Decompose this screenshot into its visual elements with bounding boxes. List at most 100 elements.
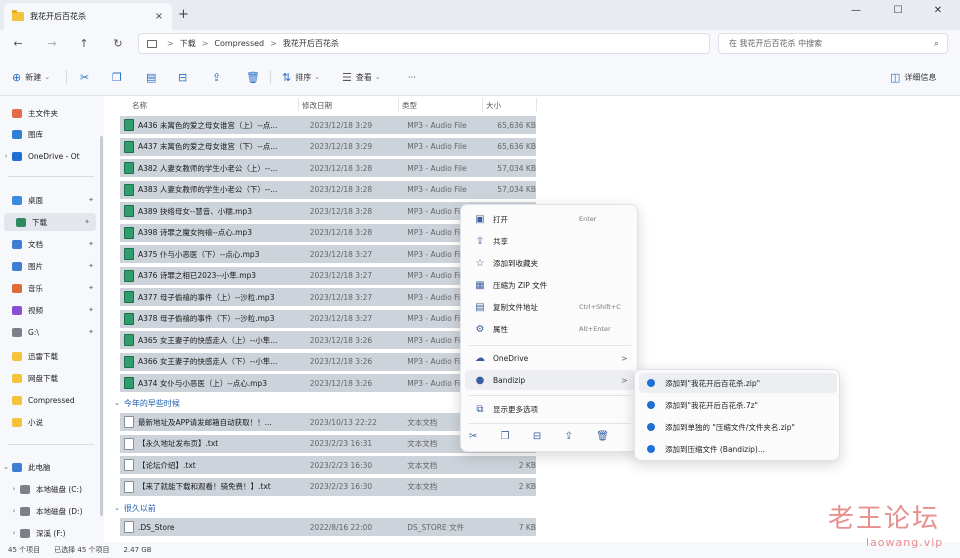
text-file-icon xyxy=(124,416,134,428)
menu-item-properties[interactable]: ⚙ 属性 Alt+Enter xyxy=(465,319,635,339)
paste-button[interactable]: ▤ xyxy=(146,70,160,84)
rename-button[interactable]: ⊟ xyxy=(178,70,191,84)
cell-name: A365 女王妻子的快感走人（上）--小隼... xyxy=(138,335,278,345)
column-divider[interactable] xyxy=(298,98,299,112)
column-header-type[interactable]: 类型 xyxy=(402,100,417,111)
menu-item-bandizip[interactable]: ● Bandizip > xyxy=(465,370,635,390)
cell-name: A382 人妻女教师的学生小老公（上）--... xyxy=(138,163,278,173)
sidebar-item-netdisk[interactable]: 网盘下载 xyxy=(0,369,100,387)
sidebar-item-onedrive[interactable]: › OneDrive - Ot xyxy=(0,147,100,165)
column-divider[interactable] xyxy=(536,98,537,112)
cut-button[interactable]: ✂ xyxy=(80,70,93,84)
sidebar-item-drive-c[interactable]: › 本地磁盘 (C:) xyxy=(8,480,108,498)
sidebar-item-downloads[interactable]: 下载 ✦ xyxy=(4,213,96,231)
chevron-right-icon[interactable]: › xyxy=(8,485,20,493)
chevron-right-icon[interactable]: › xyxy=(8,507,20,515)
sidebar-item-music[interactable]: 音乐 ✦ xyxy=(0,279,100,297)
menu-item-share[interactable]: ⇪ 共享 xyxy=(465,231,635,251)
minimize-button[interactable]: — xyxy=(836,0,876,20)
table-row[interactable]: 【来了就能下载和观看！骑免费！】.txt 2023/2/23 16:30 文本文档 2… xyxy=(120,477,536,496)
search-input[interactable]: 在 我花开后百花杀 中搜索 ⌕ xyxy=(718,33,948,54)
sidebar-item-gallery[interactable]: 图库 xyxy=(0,125,100,143)
table-row[interactable]: A382 人妻女教师的学生小老公（上）--... 2023/12/18 3:28 M… xyxy=(120,159,536,177)
sort-button[interactable]: ⇅ 排序 ⌄ xyxy=(282,70,320,84)
sidebar-item-label: 此电脑 xyxy=(28,462,51,472)
forward-arrow-icon[interactable]: → xyxy=(44,35,60,51)
wrench-icon: ⚙ xyxy=(475,323,485,335)
sidebar-item-desktop[interactable]: 桌面 ✦ xyxy=(0,191,100,209)
column-divider[interactable] xyxy=(398,98,399,112)
submenu-item-add-archive-dialog[interactable]: 添加到压缩文件 (Bandizip)... xyxy=(639,439,837,459)
view-button[interactable]: ☰ 查看 ⌄ xyxy=(342,70,381,84)
submenu-item-add-7z[interactable]: 添加到"我花开后百花杀.7z" xyxy=(639,395,837,415)
new-tab-button[interactable]: + xyxy=(178,7,189,22)
table-row[interactable]: .DS_Store 2022/8/16 22:00 DS_STORE 文件 7 KB xyxy=(120,518,536,536)
more-options-button[interactable]: ··· xyxy=(408,70,416,84)
copy-button[interactable]: ❐ xyxy=(112,70,126,84)
column-header-name[interactable]: 名称 xyxy=(132,100,147,111)
menu-item-more-options[interactable]: ⧉ 显示更多选项 xyxy=(465,399,635,419)
refresh-icon[interactable]: ↻ xyxy=(110,35,126,51)
sidebar-item-pictures[interactable]: 图片 ✦ xyxy=(0,257,100,275)
sidebar-item-novels[interactable]: 小说 xyxy=(0,413,100,431)
rename-icon: ⊟ xyxy=(178,70,188,84)
scissors-icon[interactable]: ✂ xyxy=(469,431,477,445)
menu-item-open[interactable]: ▣ 打开 Enter xyxy=(465,209,635,229)
share-icon[interactable]: ⇪ xyxy=(565,431,573,445)
breadcrumb-compressed[interactable]: Compressed xyxy=(214,39,264,48)
delete-button[interactable]: 🗑 xyxy=(246,70,264,84)
chevron-down-icon[interactable]: ⌄ xyxy=(0,463,12,471)
maximize-button[interactable]: ☐ xyxy=(878,0,918,20)
sidebar-item-documents[interactable]: 文档 ✦ xyxy=(0,235,100,253)
table-row[interactable]: 【论坛介绍】.txt 2023/2/23 16:30 文本文档 2 KB xyxy=(120,456,536,474)
sidebar-item-compressed[interactable]: Compressed xyxy=(0,391,100,409)
submenu-item-add-separate-zip[interactable]: 添加到单独的 "压缩文件/文件夹名.zip" xyxy=(639,417,837,437)
sidebar-scrollbar[interactable] xyxy=(100,136,103,516)
sidebar-item-drive-d[interactable]: › 本地磁盘 (D:) xyxy=(8,502,108,520)
group-header-long-ago[interactable]: ⌄ 很久以前 xyxy=(114,501,156,515)
column-header-size[interactable]: 大小 xyxy=(486,100,501,111)
menu-item-add-favorites[interactable]: ☆ 添加到收藏夹 xyxy=(465,253,635,273)
watermark-title: 老王论坛 xyxy=(828,504,941,534)
back-arrow-icon[interactable]: ← xyxy=(10,35,26,51)
tab-close-icon[interactable]: × xyxy=(152,11,166,22)
chevron-right-icon[interactable]: › xyxy=(0,152,12,160)
submenu-item-label: 添加到"我花开后百花杀.zip" xyxy=(665,378,761,388)
address-bar[interactable]: > 下载 > Compressed > 我花开后百花杀 xyxy=(138,33,710,54)
cell-name: A436 未寓色的爱之母女谁宫（上）--点... xyxy=(138,120,278,130)
up-arrow-icon[interactable]: ↑ xyxy=(76,35,92,51)
drive-icon xyxy=(20,484,30,494)
sidebar-item-videos[interactable]: 视频 ✦ xyxy=(0,301,100,319)
cell-name: 【论坛介绍】.txt xyxy=(138,460,196,470)
new-button[interactable]: ⊕ 新建 ⌄ xyxy=(12,70,50,84)
breadcrumb-downloads[interactable]: 下载 xyxy=(180,38,196,49)
table-row[interactable]: A436 未寓色的爱之母女谁宫（上）--点... 2023/12/18 3:29 M… xyxy=(120,116,536,134)
sidebar-item-home[interactable]: 主文件夹 xyxy=(0,104,100,122)
sidebar-item-xunlei[interactable]: 迅雷下载 xyxy=(0,347,100,365)
column-divider[interactable] xyxy=(482,98,483,112)
menu-item-copy-path[interactable]: ▤ 复制文件地址 Ctrl+Shift+C xyxy=(465,297,635,317)
table-row[interactable]: A383 人妻女教师的学生小老公（下）--... 2023/12/18 3:28 M… xyxy=(120,180,536,199)
chevron-right-icon[interactable]: › xyxy=(8,529,20,537)
tab-title: 我花开后百花杀 xyxy=(30,12,86,21)
column-header-date[interactable]: 修改日期 xyxy=(302,100,332,111)
cell-type: MP3 - Audio File xyxy=(407,120,467,130)
search-icon[interactable]: ⌕ xyxy=(934,39,939,49)
details-pane-button[interactable]: ◫ 详细信息 xyxy=(890,70,936,84)
submenu-item-add-zip[interactable]: 添加到"我花开后百花杀.zip" xyxy=(639,373,837,393)
tab-current-folder[interactable]: 我花开后百花杀 × xyxy=(4,3,172,30)
table-row[interactable]: A437 末寓色的爱之母女谁宫（下）--点... 2023/12/18 3:29 M… xyxy=(120,137,536,156)
sidebar-item-label: 网盘下载 xyxy=(28,373,58,383)
share-button[interactable]: ⇪ xyxy=(212,70,225,84)
rename-icon[interactable]: ⊟ xyxy=(533,431,541,445)
breadcrumb-current-folder[interactable]: 我花开后百花杀 xyxy=(283,38,339,49)
group-header-earlier-this-year[interactable]: ⌄ 今年的早些时候 xyxy=(114,396,180,410)
copy-icon[interactable]: ❐ xyxy=(501,431,510,445)
menu-item-onedrive[interactable]: ☁ OneDrive > xyxy=(465,348,635,368)
menu-item-compress-zip[interactable]: ▦ 压缩为 ZIP 文件 xyxy=(465,275,635,295)
close-window-button[interactable]: ✕ xyxy=(918,0,958,20)
sidebar-item-drive-g[interactable]: G:\ ✦ xyxy=(0,323,100,341)
sidebar-item-drive-f[interactable]: › 深溪 (F:) xyxy=(8,524,108,542)
sidebar-item-this-pc[interactable]: ⌄ 此电脑 xyxy=(0,458,100,476)
trash-icon[interactable]: 🗑 xyxy=(596,431,609,445)
